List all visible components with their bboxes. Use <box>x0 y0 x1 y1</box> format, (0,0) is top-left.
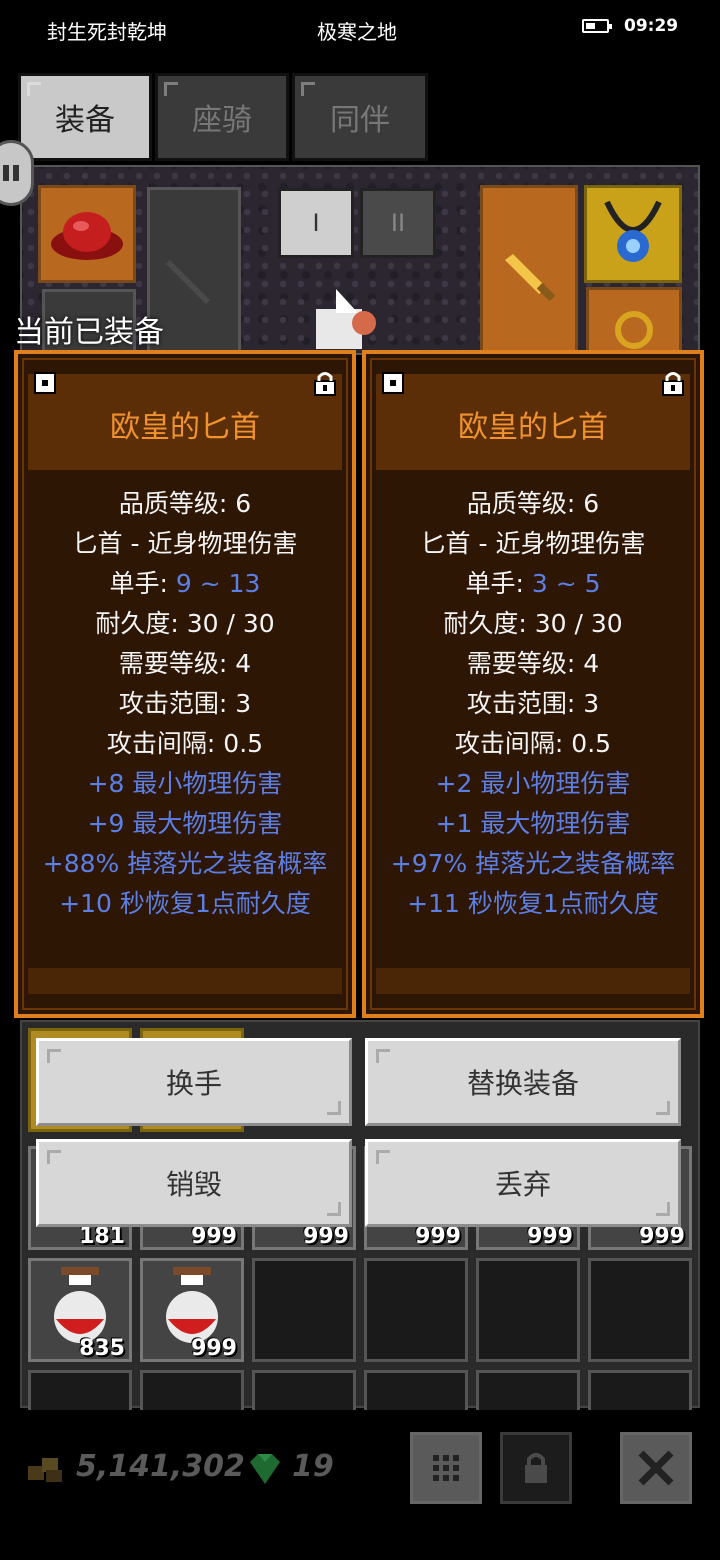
item-interval: 攻击间隔: 0.5 <box>454 729 612 758</box>
battery-icon <box>582 19 612 33</box>
amulet-slot[interactable] <box>584 185 682 283</box>
ring-slot[interactable] <box>586 287 682 353</box>
emerald-icon <box>250 1454 280 1484</box>
set-button-1[interactable]: I <box>278 188 354 258</box>
inventory-cell[interactable]: 835 <box>28 1258 132 1362</box>
item-bonus: +2 最小物理伤害 <box>435 769 631 798</box>
item-bonus: +88% 掉落光之装备概率 <box>42 849 328 878</box>
item-quality: 品质等级: 6 <box>466 489 600 518</box>
tab-equipment[interactable]: 装备 <box>18 73 152 161</box>
button-label: 替换装备 <box>466 1067 579 1100</box>
item-range: 攻击范围: 3 <box>118 689 252 718</box>
item-bonus: +97% 掉落光之装备概率 <box>390 849 676 878</box>
item-durability: 耐久度: 30 / 30 <box>443 609 623 638</box>
item-count: 999 <box>527 1224 573 1249</box>
lock-toggle-button[interactable] <box>500 1432 572 1504</box>
close-icon <box>638 1450 674 1486</box>
gold-amount: 5,141,302 <box>76 1449 245 1484</box>
item-damage: 单手: 9 ~ 13 <box>109 569 261 598</box>
destroy-button[interactable]: 销毁 <box>36 1139 352 1227</box>
item-bonus: +10 秒恢复1点耐久度 <box>59 889 311 918</box>
helmet-slot[interactable] <box>38 185 136 283</box>
ring-icon <box>615 311 653 349</box>
grid-view-button[interactable] <box>410 1432 482 1504</box>
item-stats: 品质等级: 6 匕首 - 近身物理伤害 单手: 9 ~ 13 耐久度: 30 /… <box>18 484 352 924</box>
inventory-cell[interactable] <box>476 1258 580 1362</box>
item-type: 匕首 - 近身物理伤害 <box>72 529 298 558</box>
swap-hand-button[interactable]: 换手 <box>36 1038 352 1126</box>
equipped-dagger-slot[interactable] <box>480 185 578 353</box>
character-sprite <box>306 279 386 353</box>
damage-value: 9 ~ 13 <box>175 569 261 598</box>
inventory-cell[interactable] <box>364 1258 468 1362</box>
dagger-icon <box>505 254 556 302</box>
tab-mount[interactable]: 座骑 <box>155 73 289 161</box>
status-left-text: 封生死封乾坤 <box>47 20 167 44</box>
gold-ore-icon <box>28 1458 62 1482</box>
close-button[interactable] <box>620 1432 692 1504</box>
item-damage: 单手: 3 ~ 5 <box>465 569 601 598</box>
equipped-label: 当前已装备 <box>14 315 164 350</box>
item-durability: 耐久度: 30 / 30 <box>95 609 275 638</box>
pause-button[interactable] <box>0 140 34 206</box>
amulet-icon <box>604 200 662 262</box>
lock-icon[interactable] <box>312 370 338 396</box>
item-count: 999 <box>303 1224 349 1249</box>
status-center-text: 极寒之地 <box>317 20 397 44</box>
item-level-req: 需要等级: 4 <box>118 649 252 678</box>
item-stats: 品质等级: 6 匕首 - 近身物理伤害 单手: 3 ~ 5 耐久度: 30 / … <box>366 484 700 924</box>
item-interval: 攻击间隔: 0.5 <box>106 729 264 758</box>
item-bonus: +1 最大物理伤害 <box>435 809 631 838</box>
inventory-cell[interactable] <box>252 1258 356 1362</box>
footer-bar <box>0 1410 720 1560</box>
replace-equipment-button[interactable]: 替换装备 <box>365 1038 681 1126</box>
character-icon <box>316 289 376 349</box>
status-bar: 封生死封乾坤 极寒之地 09:29 <box>0 0 720 56</box>
button-label: 换手 <box>165 1067 222 1100</box>
item-count: 999 <box>639 1224 685 1249</box>
tab-label: 同伴 <box>330 103 390 138</box>
inventory-cell[interactable]: 999 <box>140 1258 244 1362</box>
button-label: 销毁 <box>165 1168 222 1201</box>
inventory-cell[interactable] <box>588 1258 692 1362</box>
item-count: 999 <box>191 1224 237 1249</box>
grid-icon <box>433 1455 459 1481</box>
item-count: 999 <box>191 1336 237 1361</box>
lock-icon <box>525 1453 547 1483</box>
item-type: 匕首 - 近身物理伤害 <box>420 529 646 558</box>
item-quality: 品质等级: 6 <box>118 489 252 518</box>
tab-label: 座骑 <box>192 103 252 138</box>
item-square-icon <box>382 372 404 394</box>
equipped-item-card: 欧皇的匕首 品质等级: 6 匕首 - 近身物理伤害 单手: 9 ~ 13 耐久度… <box>14 350 356 1018</box>
set-button-2[interactable]: II <box>360 188 436 258</box>
item-count: 835 <box>79 1336 125 1361</box>
item-level-req: 需要等级: 4 <box>466 649 600 678</box>
item-count: 181 <box>79 1224 125 1249</box>
item-title: 欧皇的匕首 <box>110 410 260 445</box>
lock-icon[interactable] <box>660 370 686 396</box>
item-bonus: +11 秒恢复1点耐久度 <box>407 889 659 918</box>
tab-label: 装备 <box>55 103 115 138</box>
status-time: 09:29 <box>624 16 679 36</box>
item-title: 欧皇的匕首 <box>458 410 608 445</box>
gem-amount: 19 <box>292 1449 334 1484</box>
item-square-icon <box>34 372 56 394</box>
compared-item-card: 欧皇的匕首 品质等级: 6 匕首 - 近身物理伤害 单手: 3 ~ 5 耐久度:… <box>362 350 704 1018</box>
helmet-icon <box>51 212 123 260</box>
item-bonus: +9 最大物理伤害 <box>87 809 283 838</box>
item-range: 攻击范围: 3 <box>466 689 600 718</box>
item-bonus: +8 最小物理伤害 <box>87 769 283 798</box>
button-label: 丢弃 <box>494 1168 551 1201</box>
tab-companion[interactable]: 同伴 <box>292 73 428 161</box>
item-count: 999 <box>415 1224 461 1249</box>
damage-value: 3 ~ 5 <box>531 569 601 598</box>
discard-button[interactable]: 丢弃 <box>365 1139 681 1227</box>
pause-icon <box>3 165 9 181</box>
